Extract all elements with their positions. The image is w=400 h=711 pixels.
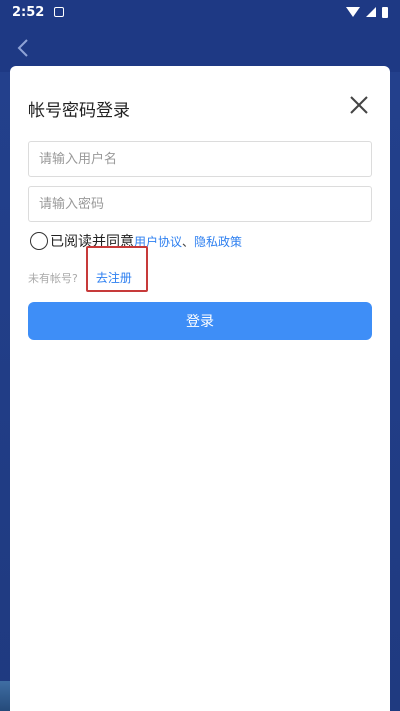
agreement-row: 已阅读并同意 用户协议 、 隐私政策 — [30, 230, 242, 252]
close-icon[interactable] — [346, 92, 372, 118]
app-header — [0, 24, 400, 72]
register-link[interactable]: 去注册 — [96, 269, 132, 286]
register-row: 未有帐号? 去注册 — [28, 269, 132, 286]
status-icons — [346, 6, 388, 18]
password-input[interactable] — [28, 186, 372, 222]
agreement-separator: 、 — [182, 234, 195, 249]
wifi-icon — [346, 7, 360, 17]
username-input[interactable] — [28, 141, 372, 177]
user-agreement-link[interactable]: 用户协议 — [134, 233, 182, 250]
signal-icon — [366, 7, 376, 17]
background-image-edge — [0, 681, 10, 711]
agreement-prefix: 已阅读并同意 — [50, 234, 134, 250]
sheet-title: 帐号密码登录 — [28, 101, 130, 121]
register-prompt: 未有帐号? — [28, 271, 78, 285]
agreement-checkbox[interactable] — [30, 232, 48, 250]
status-time: 2:52 — [12, 4, 45, 20]
chevron-left-icon[interactable] — [16, 38, 30, 58]
login-button[interactable]: 登录 — [28, 302, 372, 340]
battery-icon — [382, 6, 388, 18]
login-sheet: 帐号密码登录 已阅读并同意 用户协议 、 隐私政策 未有帐号? 去注册 登录 — [10, 66, 390, 711]
privacy-policy-link[interactable]: 隐私政策 — [194, 233, 242, 250]
notification-icon — [54, 7, 65, 17]
status-bar: 2:52 — [0, 0, 400, 24]
